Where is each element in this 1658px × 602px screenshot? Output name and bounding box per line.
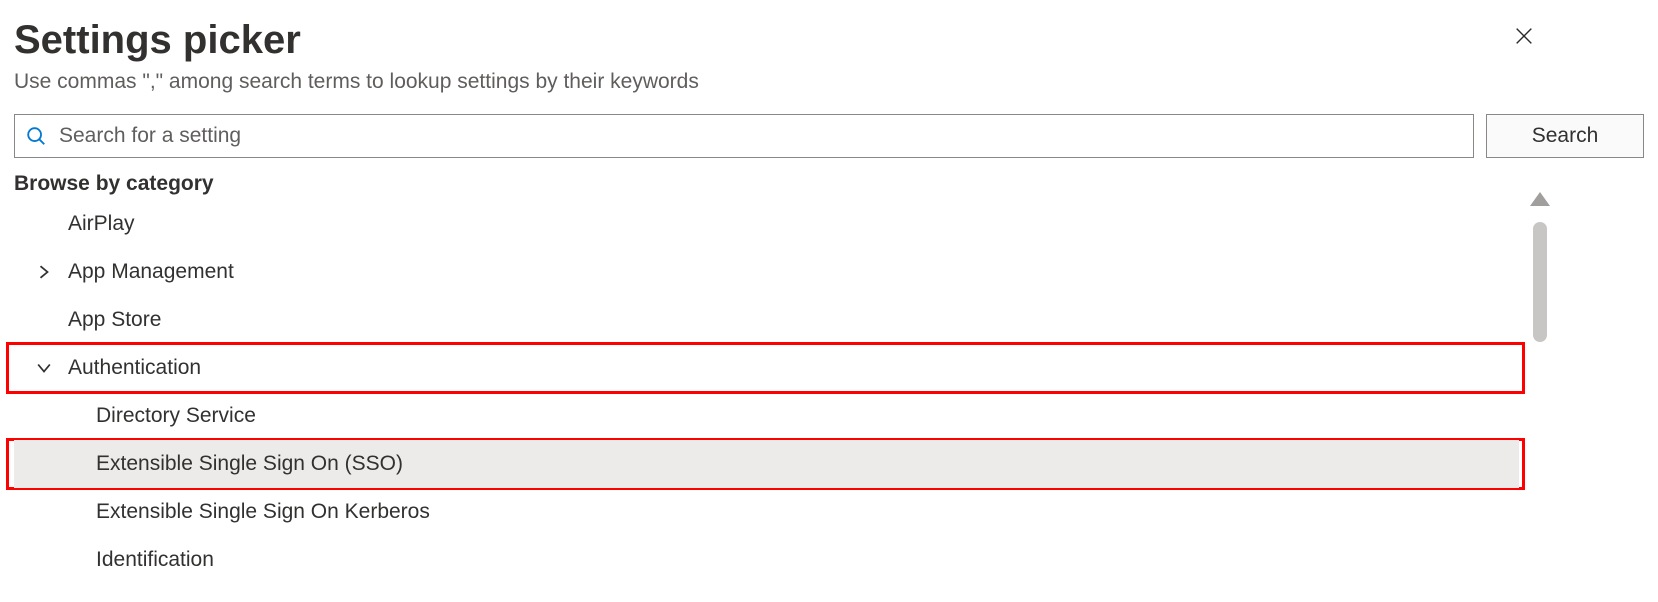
subcategory-label: Identification [96,548,214,572]
browse-by-category-label: Browse by category [14,172,1644,196]
subcategory-directory-service[interactable]: Directory Service [14,392,1519,440]
category-label: App Management [68,260,234,284]
category-airplay[interactable]: AirPlay [14,200,1519,248]
search-box[interactable] [14,114,1474,158]
scrollbar[interactable] [1530,192,1550,342]
close-button[interactable] [1510,22,1538,50]
settings-picker-panel: Settings picker Use commas "," among sea… [0,0,1658,584]
category-authentication[interactable]: Authentication [14,344,1519,392]
scroll-thumb[interactable] [1533,222,1547,342]
scroll-up-arrow-icon[interactable] [1530,192,1550,206]
search-button[interactable]: Search [1486,114,1644,158]
page-title: Settings picker [14,16,1644,64]
subcategory-label: Extensible Single Sign On Kerberos [96,500,430,524]
search-input[interactable] [59,124,1463,148]
subcategory-label: Extensible Single Sign On (SSO) [96,452,403,476]
chevron-down-icon [34,361,54,375]
search-row: Search [14,114,1644,158]
category-label: App Store [68,308,161,332]
category-label: AirPlay [68,212,135,236]
category-label: Authentication [68,356,201,380]
subcategory-label: Directory Service [96,404,256,428]
category-app-management[interactable]: App Management [14,248,1519,296]
search-icon [25,125,47,147]
category-app-store[interactable]: App Store [14,296,1519,344]
category-tree: AirPlay App Management App Store Authent… [14,200,1519,584]
subcategory-extensible-sso[interactable]: Extensible Single Sign On (SSO) [14,440,1519,488]
subcategory-identification[interactable]: Identification [14,536,1519,584]
chevron-right-icon [34,265,54,279]
subcategory-extensible-sso-kerberos[interactable]: Extensible Single Sign On Kerberos [14,488,1519,536]
page-subtitle: Use commas "," among search terms to loo… [14,70,1644,94]
close-icon [1513,25,1535,47]
